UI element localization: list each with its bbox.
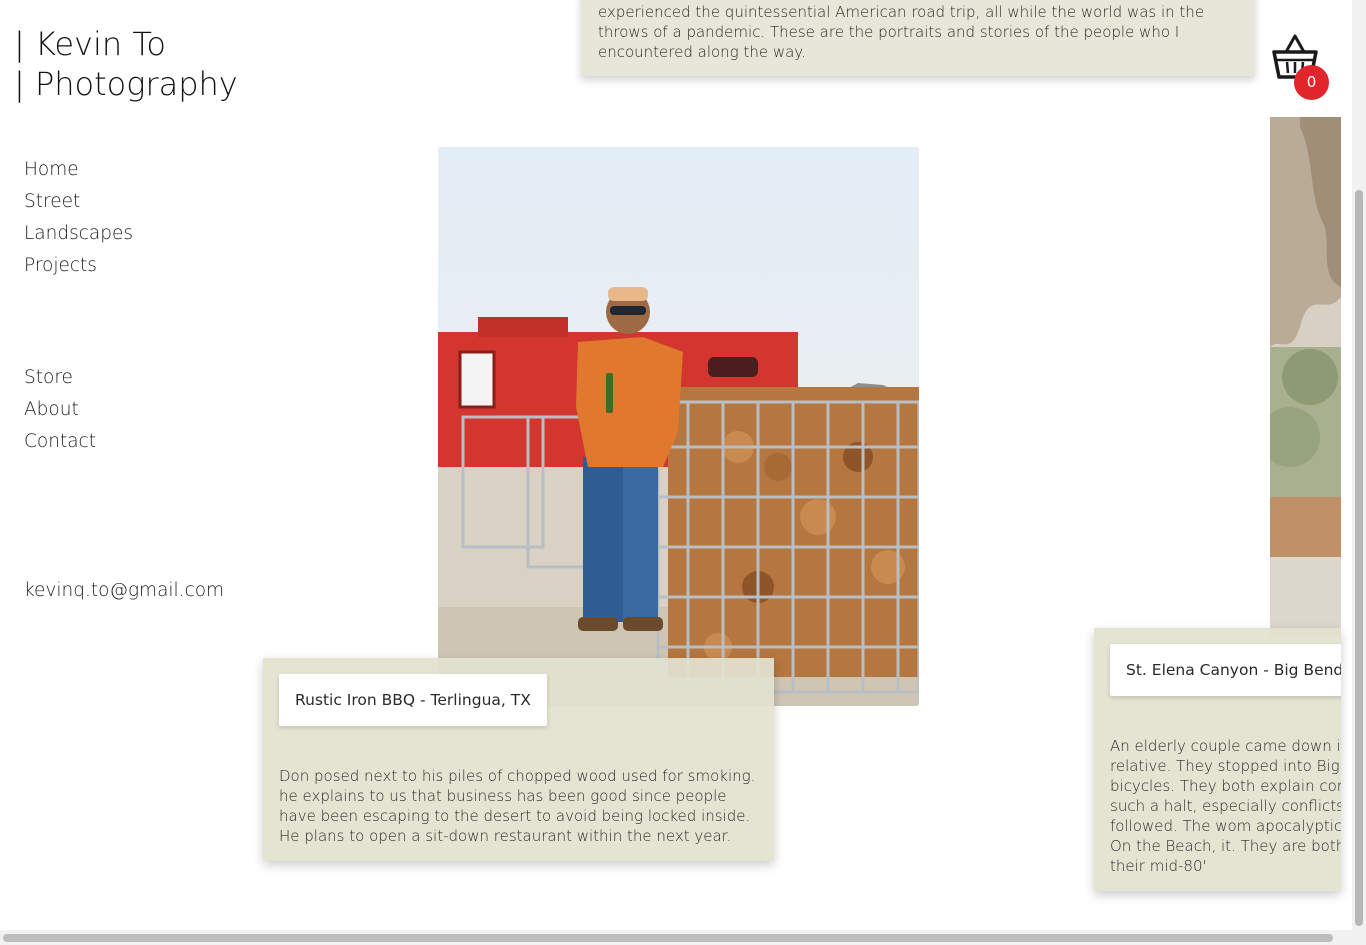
primary-nav: Home Street Landscapes Projects xyxy=(24,154,133,282)
nav-store-link[interactable]: Store xyxy=(24,362,96,394)
nav-projects-link[interactable]: Projects xyxy=(24,250,133,282)
canyon-photo[interactable] xyxy=(1270,117,1341,637)
project-intro-text: experienced the quintessential American … xyxy=(598,3,1205,61)
vertical-scrollbar[interactable] xyxy=(1352,0,1366,930)
nav-street-link[interactable]: Street xyxy=(24,186,133,218)
contact-email-link[interactable]: kevinq.to@gmail.com xyxy=(24,576,224,606)
portrait-image xyxy=(438,147,919,706)
horizontal-scrollbar[interactable] xyxy=(0,930,1366,945)
photo-title: Rustic Iron BBQ - Terlingua, TX xyxy=(279,674,547,726)
portrait-photo-bbq[interactable] xyxy=(438,147,919,706)
site-title-line-1: | Kevin To xyxy=(14,25,166,63)
horizontal-scrollbar-thumb[interactable] xyxy=(3,934,1333,942)
nav-about-link[interactable]: About xyxy=(24,394,96,426)
photo-title: St. Elena Canyon - Big Bend N xyxy=(1110,644,1341,696)
nav-landscapes-link[interactable]: Landscapes xyxy=(24,218,133,250)
vertical-scrollbar-thumb[interactable] xyxy=(1355,190,1363,926)
project-intro-card: experienced the quintessential American … xyxy=(581,0,1255,76)
photo-caption-text: Don posed next to his piles of chopped w… xyxy=(279,767,756,845)
nav-home-link[interactable]: Home xyxy=(24,154,133,186)
photo-caption-card: Rustic Iron BBQ - Terlingua, TX Don pose… xyxy=(263,658,774,861)
site-title-line-2: | Photography xyxy=(14,65,238,103)
photo-caption-text: An elderly couple came down in a relativ… xyxy=(1110,737,1341,875)
secondary-nav: Store About Contact xyxy=(24,362,96,458)
nav-contact-link[interactable]: Contact xyxy=(24,426,96,458)
canyon-image xyxy=(1270,117,1341,637)
cart-count-badge: 0 xyxy=(1294,65,1329,100)
site-logo[interactable]: | Kevin To | Photography xyxy=(14,24,238,104)
photo-caption-card: St. Elena Canyon - Big Bend N An elderly… xyxy=(1094,628,1341,891)
